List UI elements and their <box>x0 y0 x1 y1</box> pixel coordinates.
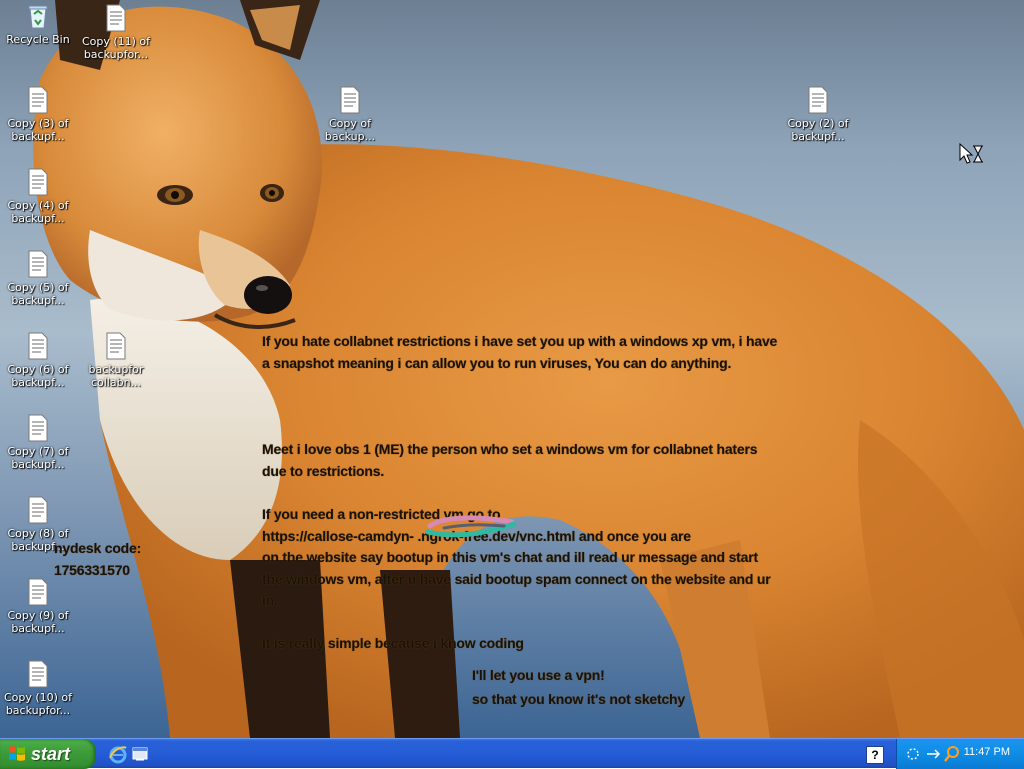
document-icon[interactable]: Copy (2) of backupf... <box>780 86 856 143</box>
internet-explorer-icon[interactable] <box>108 744 128 764</box>
text-file-glyph <box>106 4 126 32</box>
document-icon[interactable]: Copy (5) of backupf... <box>0 250 76 307</box>
document-icon[interactable]: Copy (9) of backupf... <box>0 578 76 635</box>
desktop-icon-label: Copy (4) of backupf... <box>7 199 69 225</box>
text-file-glyph <box>28 250 48 278</box>
document-icon[interactable]: Copy (6) of backupf... <box>0 332 76 389</box>
recycle-bin-icon[interactable]: Recycle Bin <box>0 2 76 46</box>
scribble-mark <box>425 515 517 538</box>
text-file-glyph <box>340 86 360 114</box>
system-tray: 11:47 PM <box>896 739 1024 769</box>
text-file-glyph <box>28 660 48 688</box>
text-file-glyph <box>28 578 48 606</box>
text-file-glyph <box>28 86 48 114</box>
desktop-icon-label: Copy (9) of backupf... <box>7 609 69 635</box>
anydesk-note: nydesk code: 1756331570 <box>54 540 142 578</box>
simple-note: It is really simple because i know codin… <box>262 635 524 651</box>
desktop-icon-label: Copy (11) of backupfor... <box>81 35 151 61</box>
network-icon[interactable] <box>905 746 921 762</box>
desktop-icon-label: Copy (10) of backupfor... <box>3 691 73 717</box>
search-icon[interactable] <box>943 745 961 763</box>
text-file-glyph <box>808 86 828 114</box>
desktop-icon-label: Copy (7) of backupf... <box>7 445 69 471</box>
text-file-glyph <box>28 168 48 196</box>
show-desktop-icon[interactable] <box>130 744 150 764</box>
text-file-glyph <box>28 496 48 524</box>
recycle-bin-glyph <box>28 5 48 29</box>
document-icon[interactable]: Copy (3) of backupf... <box>0 86 76 143</box>
document-icon[interactable]: Copy (4) of backupf... <box>0 168 76 225</box>
credit-note: Meet i love obs 1 (ME) the person who se… <box>262 441 758 479</box>
document-icon[interactable]: Copy (10) of backupfor... <box>0 660 76 717</box>
desktop-icon-label: backupfor collabn... <box>88 363 144 389</box>
windows-logo-icon <box>9 746 25 761</box>
text-file-glyph <box>28 414 48 442</box>
desktop-icon-label: Copy (6) of backupf... <box>7 363 69 389</box>
busy-cursor-icon <box>959 142 983 164</box>
start-label: start <box>31 743 71 764</box>
desktop-icon-label: Copy (3) of backupf... <box>7 117 69 143</box>
clock[interactable]: 11:47 PM <box>964 746 1010 758</box>
start-button[interactable]: start <box>0 739 96 769</box>
desktop-icon-label: Copy (5) of backupf... <box>7 281 69 307</box>
taskbar: start ? 11:47 PM <box>0 738 1024 769</box>
document-icon[interactable]: Copy (11) of backupfor... <box>78 4 154 61</box>
document-icon[interactable]: backupfor collabn... <box>78 332 154 389</box>
vpn-note: I'll let you use a vpn! so that you know… <box>472 667 685 707</box>
document-icon[interactable]: Copy (7) of backupf... <box>0 414 76 471</box>
text-file-glyph <box>28 332 48 360</box>
intro-note: If you hate collabnet restrictions i hav… <box>262 333 778 371</box>
desktop-icon-label: Copy of backup... <box>324 117 376 143</box>
document-icon[interactable]: Copy of backup... <box>312 86 388 143</box>
tray-arrows-icon[interactable] <box>925 746 941 762</box>
text-file-glyph <box>106 332 126 360</box>
desktop-icon-label: Copy (2) of backupf... <box>787 117 849 143</box>
desktop[interactable]: Recycle Bin Copy (11) of backupfor... Co… <box>0 0 1024 738</box>
help-icon[interactable]: ? <box>866 746 884 764</box>
desktop-icon-label: Recycle Bin <box>6 33 70 46</box>
